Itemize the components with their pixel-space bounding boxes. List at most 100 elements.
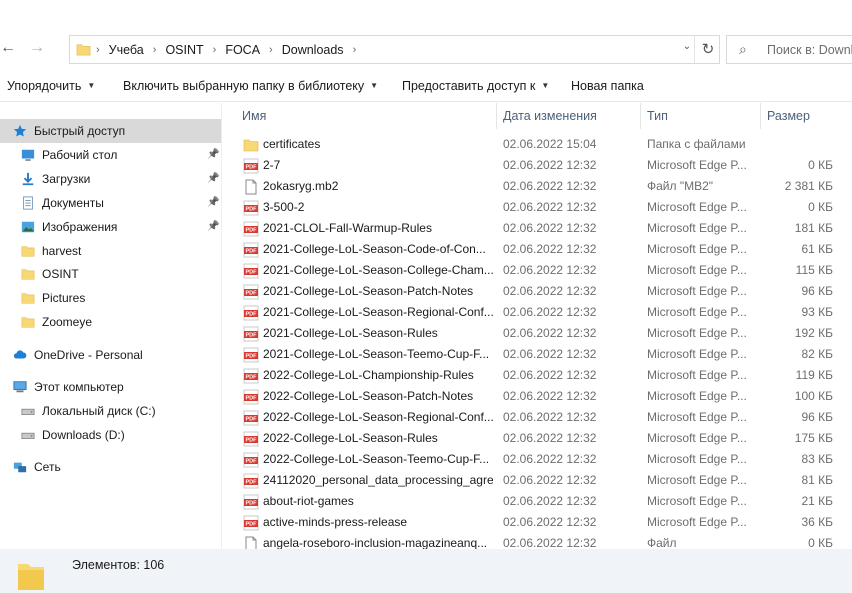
file-size: 100 КБ	[794, 389, 833, 403]
file-row[interactable]: PDF 3-500-2 02.06.2022 12:32 Microsoft Edge…	[223, 197, 852, 218]
file-name: 2022-College-LoL-Championship-Rules	[263, 368, 474, 382]
file-name: 2021-CLOL-Fall-Warmup-Rules	[263, 221, 432, 235]
sidebar-item[interactable]: Документы 📌	[0, 191, 221, 215]
file-size: 119 КБ	[795, 368, 833, 382]
breadcrumb-item[interactable]: FOCA	[225, 43, 260, 57]
sidebar-item[interactable]: Изображения 📌	[0, 215, 221, 239]
file-size: 115 КБ	[795, 263, 833, 277]
file-type: Microsoft Edge P...	[647, 515, 747, 529]
sidebar-item[interactable]: Zoomeye	[0, 310, 221, 334]
file-row[interactable]: PDF 2021-College-LoL-Season-Rules 02.06.20…	[223, 323, 852, 344]
chevron-right-icon[interactable]: ›	[353, 44, 357, 56]
organize-label: Упорядочить	[7, 79, 82, 93]
column-header-name[interactable]: Имя	[242, 103, 266, 129]
file-type: Файл "MB2"	[647, 179, 714, 193]
sidebar-item[interactable]: Локальный диск (C:)	[0, 399, 221, 423]
file-row[interactable]: PDF 2022-College-LoL-Championship-Rules 02…	[223, 365, 852, 386]
sidebar-item[interactable]: Downloads (D:)	[0, 423, 221, 447]
file-row[interactable]: 2okasryg.mb2 02.06.2022 12:32 Файл "MB2" 2 …	[223, 176, 852, 197]
pin-icon: 📌	[207, 221, 220, 232]
chevron-right-icon[interactable]: ›	[153, 44, 157, 56]
file-name: 2022-College-LoL-Season-Rules	[263, 431, 438, 445]
file-row[interactable]: PDF 2022-College-LoL-Season-Teemo-Cup-F..…	[223, 449, 852, 470]
sidebar-item[interactable]: Сеть	[0, 455, 221, 479]
file-row[interactable]: PDF 2-7 02.06.2022 12:32 Microsoft Edge P..…	[223, 155, 852, 176]
chevron-right-icon[interactable]: ›	[213, 44, 217, 56]
path-box[interactable]: › Учеба › OSINT › FOCA › Downloads › ⌄ ↻	[69, 35, 720, 64]
chevron-right-icon[interactable]: ›	[269, 44, 273, 56]
pdf-icon: PDF	[243, 389, 259, 405]
file-row[interactable]: PDF 2021-College-LoL-Season-Regional-Conf…	[223, 302, 852, 323]
file-row[interactable]: PDF 2021-College-LoL-Season-Teemo-Cup-F..…	[223, 344, 852, 365]
sidebar-item[interactable]: Быстрый доступ	[0, 119, 221, 143]
address-bar-area: ← → › Учеба › OSINT › FOCA › Downloads ›…	[0, 0, 852, 68]
folder-icon	[21, 317, 35, 328]
sidebar-item[interactable]: OSINT	[0, 262, 221, 286]
file-row[interactable]: PDF about-riot-games 02.06.2022 12:32 Micro…	[223, 491, 852, 512]
folder-icon	[21, 246, 35, 257]
file-row[interactable]: PDF 24112020_personal_data_processing_agr…	[223, 470, 852, 491]
file-row[interactable]: angela-roseboro-inclusion-magazineanq...…	[223, 533, 852, 549]
column-header-type[interactable]: Тип	[647, 103, 668, 129]
computer-icon	[13, 381, 27, 393]
svg-text:PDF: PDF	[246, 312, 258, 318]
file-date: 02.06.2022 12:32	[503, 515, 597, 529]
sidebar-item-label: Рабочий стол	[42, 148, 118, 162]
file-type: Microsoft Edge P...	[647, 263, 747, 277]
chevron-right-icon[interactable]: ›	[96, 44, 100, 56]
file-row[interactable]: PDF 2022-College-LoL-Season-Patch-Notes 02…	[223, 386, 852, 407]
file-row[interactable]: PDF 2021-CLOL-Fall-Warmup-Rules 02.06.2022…	[223, 218, 852, 239]
file-size: 0 КБ	[808, 158, 833, 172]
column-divider[interactable]	[760, 103, 761, 129]
new-folder-button[interactable]: Новая папка	[571, 79, 644, 93]
chevron-down-icon[interactable]: ⌄	[679, 41, 695, 52]
breadcrumb-item[interactable]: Downloads	[282, 43, 344, 57]
column-divider[interactable]	[496, 103, 497, 129]
sidebar-item[interactable]: Загрузки 📌	[0, 167, 221, 191]
caret-down-icon: ▼	[87, 81, 96, 90]
pdf-icon: PDF	[243, 221, 259, 237]
sidebar-item[interactable]: Рабочий стол 📌	[0, 143, 221, 167]
folder-icon	[76, 44, 91, 56]
file-row[interactable]: PDF 2021-College-LoL-Season-Code-of-Con..…	[223, 239, 852, 260]
breadcrumb-item[interactable]: OSINT	[165, 43, 203, 57]
include-library-button[interactable]: Включить выбранную папку в библиотеку ▼	[123, 79, 378, 93]
column-divider[interactable]	[640, 103, 641, 129]
pdf-icon: PDF	[243, 326, 259, 342]
breadcrumb-item[interactable]: Учеба	[109, 43, 144, 57]
file-name: 2021-College-LoL-Season-Code-of-Con...	[263, 242, 486, 256]
svg-text:PDF: PDF	[246, 333, 258, 339]
sidebar-item[interactable]: harvest	[0, 239, 221, 263]
desktop-icon	[21, 149, 35, 161]
file-size: 21 КБ	[801, 494, 833, 508]
pdf-icon: PDF	[243, 431, 259, 447]
sidebar-item[interactable]: Этот компьютер	[0, 375, 221, 399]
refresh-icon[interactable]: ↻	[694, 36, 721, 63]
file-row[interactable]: PDF active-minds-press-release 02.06.2022 …	[223, 512, 852, 533]
file-row[interactable]: PDF 2022-College-LoL-Season-Rules 02.06.20…	[223, 428, 852, 449]
file-date: 02.06.2022 12:32	[503, 305, 597, 319]
pdf-icon: PDF	[243, 284, 259, 300]
sidebar-item-label: OSINT	[42, 267, 79, 281]
search-input[interactable]: ⌕ Поиск в: Downloads	[726, 35, 852, 64]
file-name: 2021-College-LoL-Season-Rules	[263, 326, 438, 340]
file-row[interactable]: PDF 2022-College-LoL-Season-Regional-Conf…	[223, 407, 852, 428]
file-row[interactable]: certificates 02.06.2022 15:04 Папка с файл…	[223, 134, 852, 155]
column-header-size[interactable]: Размер	[767, 103, 810, 129]
sidebar-item[interactable]: OneDrive - Personal	[0, 343, 221, 367]
organize-button[interactable]: Упорядочить ▼	[7, 79, 95, 93]
sidebar-item[interactable]: Pictures	[0, 286, 221, 310]
forward-arrow-icon[interactable]: →	[29, 39, 45, 57]
file-size: 181 КБ	[794, 221, 833, 235]
file-name: 24112020_personal_data_processing_agre..…	[263, 473, 493, 487]
file-type: Microsoft Edge P...	[647, 326, 747, 340]
share-button[interactable]: Предоставить доступ к ▼	[402, 79, 549, 93]
sidebar-item-label: Zoomeye	[42, 315, 93, 329]
back-arrow-icon[interactable]: ←	[0, 39, 16, 57]
file-row[interactable]: PDF 2021-College-LoL-Season-Patch-Notes 02…	[223, 281, 852, 302]
svg-text:PDF: PDF	[246, 249, 258, 255]
pdf-icon: PDF	[243, 347, 259, 363]
column-header-date[interactable]: Дата изменения	[503, 103, 597, 129]
star-icon	[13, 124, 27, 137]
file-row[interactable]: PDF 2021-College-LoL-Season-College-Cham.…	[223, 260, 852, 281]
